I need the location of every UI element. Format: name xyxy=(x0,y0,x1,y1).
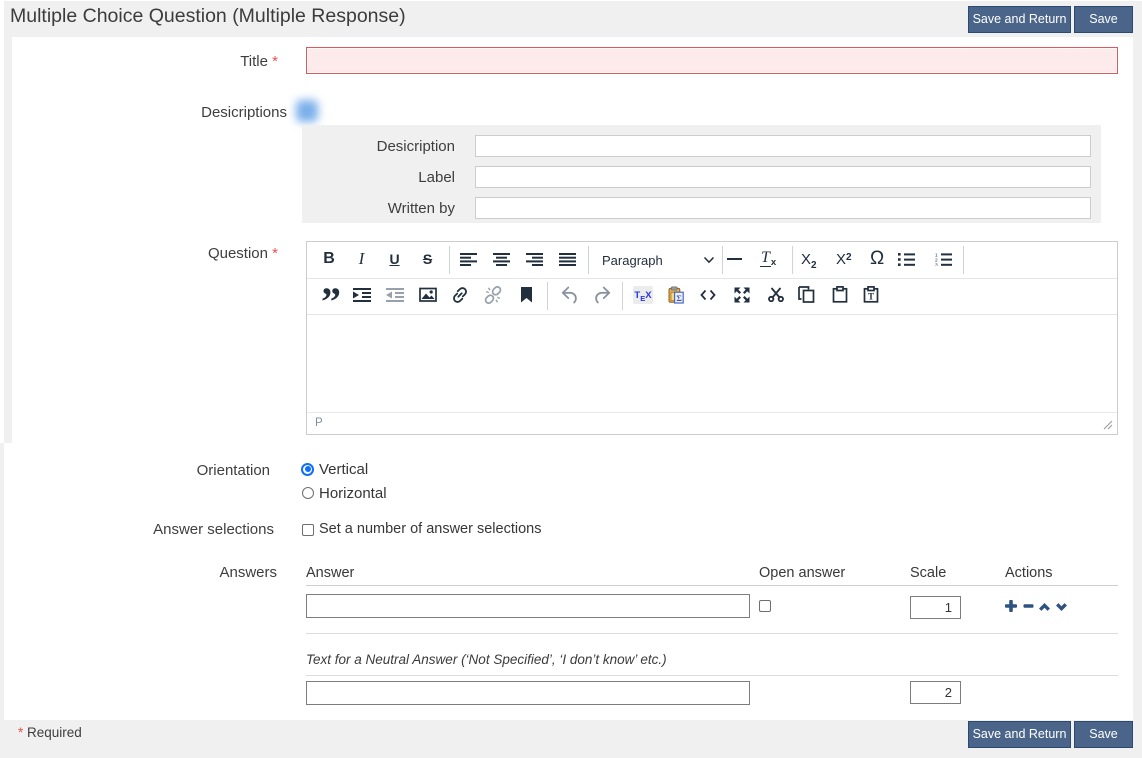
svg-text:1: 1 xyxy=(935,253,938,258)
svg-text:T: T xyxy=(868,292,874,302)
svg-text:3: 3 xyxy=(935,262,938,266)
svg-text:Σ: Σ xyxy=(676,293,682,303)
